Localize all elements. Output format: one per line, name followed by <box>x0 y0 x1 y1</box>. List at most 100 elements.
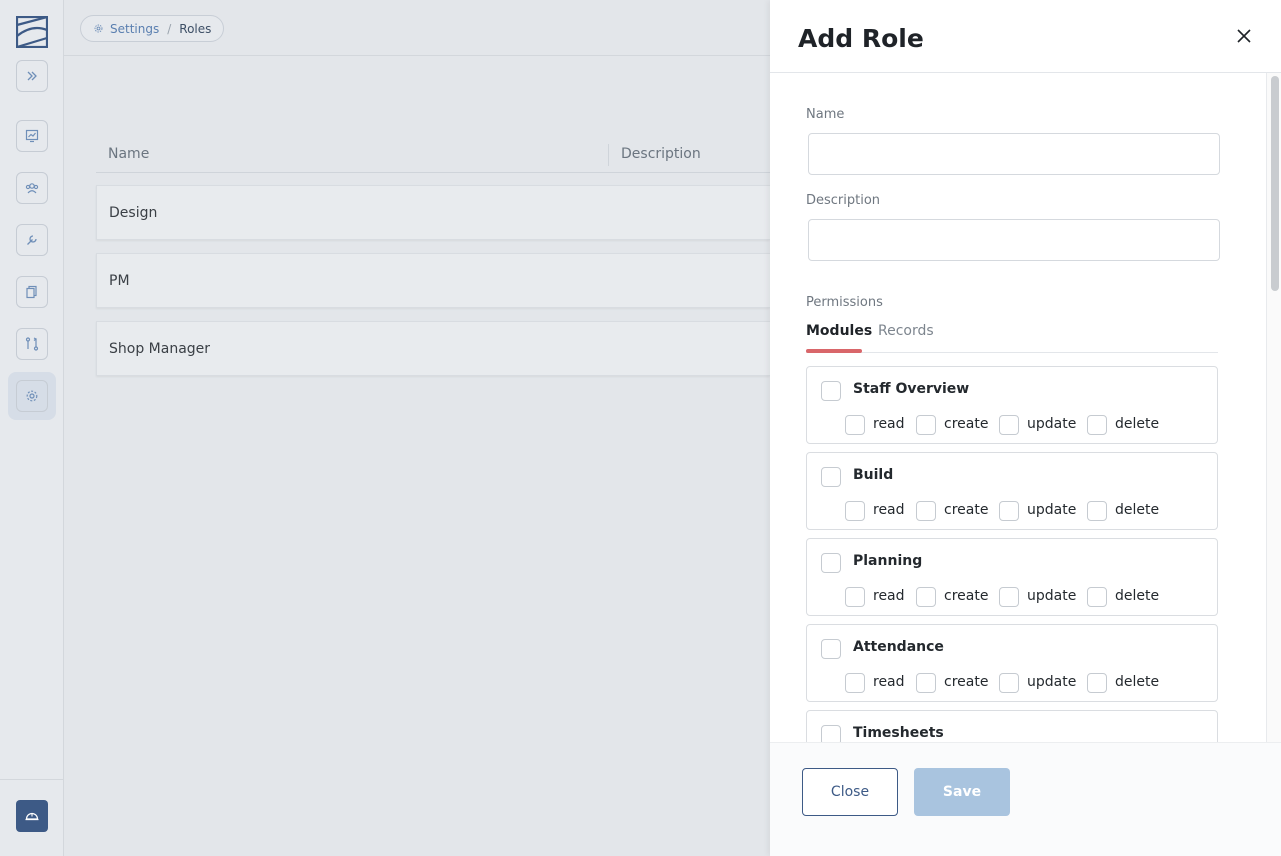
read-checkbox[interactable] <box>845 587 865 607</box>
close-drawer-button[interactable] <box>1232 24 1256 48</box>
drawer-footer: Close Save <box>770 742 1281 856</box>
org-switcher-button[interactable] <box>16 800 48 832</box>
top-bar: Settings / Roles <box>64 0 770 56</box>
module-select-all-checkbox[interactable] <box>821 639 841 659</box>
module-card-staff-overview: Staff Overview read create update delete <box>806 366 1218 444</box>
drawer-title: Add Role <box>798 24 924 53</box>
drawer-scrollbar[interactable] <box>1266 73 1281 742</box>
module-card-planning: Planning read create update delete <box>806 538 1218 616</box>
git-compare-icon <box>25 337 39 351</box>
breadcrumb: Settings / Roles <box>80 15 225 42</box>
update-label: update <box>1027 588 1077 604</box>
delete-checkbox[interactable] <box>1087 673 1107 693</box>
delete-checkbox[interactable] <box>1087 415 1107 435</box>
app-logo-icon <box>15 15 49 49</box>
update-checkbox[interactable] <box>999 415 1019 435</box>
nav-settings-button[interactable] <box>16 380 48 412</box>
nav-documents-button[interactable] <box>16 276 48 308</box>
name-input[interactable] <box>808 133 1220 175</box>
module-title: Attendance <box>853 639 944 655</box>
module-card-attendance: Attendance read create update delete <box>806 624 1218 702</box>
drawer-body: Name Description Permissions Modules Rec… <box>770 73 1281 742</box>
update-checkbox[interactable] <box>999 673 1019 693</box>
chart-board-icon <box>25 129 39 143</box>
delete-checkbox[interactable] <box>1087 501 1107 521</box>
module-select-all-checkbox[interactable] <box>821 725 841 742</box>
drawer-header: Add Role <box>770 0 1281 73</box>
gear-icon <box>94 24 103 33</box>
close-icon <box>1237 29 1251 43</box>
tab-records[interactable]: Records <box>878 323 934 339</box>
module-title: Build <box>853 467 894 483</box>
module-title: Planning <box>853 553 923 569</box>
wrench-icon <box>27 235 37 245</box>
description-input[interactable] <box>808 219 1220 261</box>
read-checkbox[interactable] <box>845 673 865 693</box>
hard-hat-icon <box>25 812 39 821</box>
module-select-all-checkbox[interactable] <box>821 467 841 487</box>
read-label: read <box>873 502 905 518</box>
permissions-tabs: Modules Records <box>806 317 1218 353</box>
update-label: update <box>1027 674 1077 690</box>
table-row[interactable]: PM <box>96 253 770 308</box>
table-row[interactable]: Shop Manager <box>96 321 770 376</box>
save-button[interactable]: Save <box>914 768 1010 816</box>
nav-workflow-button[interactable] <box>16 328 48 360</box>
nav-staff-overview-button[interactable] <box>16 120 48 152</box>
update-label: update <box>1027 502 1077 518</box>
role-name-cell: PM <box>109 273 130 289</box>
read-checkbox[interactable] <box>845 415 865 435</box>
breadcrumb-settings-link[interactable]: Settings <box>110 22 159 36</box>
module-title: Timesheets <box>853 725 944 741</box>
role-name-cell: Design <box>109 205 158 221</box>
gear-icon <box>26 390 38 402</box>
roles-table-header: Name Description <box>96 136 770 173</box>
create-checkbox[interactable] <box>916 587 936 607</box>
name-label: Name <box>806 107 845 122</box>
breadcrumb-current: Roles <box>179 21 212 36</box>
create-label: create <box>944 502 989 518</box>
role-name-cell: Shop Manager <box>109 341 211 357</box>
module-card-timesheets: Timesheets <box>806 710 1218 742</box>
expand-sidebar-button[interactable] <box>16 60 48 92</box>
update-checkbox[interactable] <box>999 501 1019 521</box>
update-label: update <box>1027 416 1077 432</box>
module-select-all-checkbox[interactable] <box>821 381 841 401</box>
delete-checkbox[interactable] <box>1087 587 1107 607</box>
delete-label: delete <box>1115 416 1160 432</box>
active-tab-indicator <box>806 349 862 353</box>
read-checkbox[interactable] <box>845 501 865 521</box>
left-nav-rail <box>0 0 64 856</box>
rail-divider <box>0 779 64 780</box>
add-role-drawer: Add Role Name Description Permissions Mo… <box>770 0 1281 856</box>
column-header-description[interactable]: Description <box>621 146 701 162</box>
permissions-label: Permissions <box>806 295 883 310</box>
module-select-all-checkbox[interactable] <box>821 553 841 573</box>
create-checkbox[interactable] <box>916 415 936 435</box>
delete-label: delete <box>1115 502 1160 518</box>
create-checkbox[interactable] <box>916 673 936 693</box>
table-row[interactable]: Design <box>96 185 770 240</box>
create-checkbox[interactable] <box>916 501 936 521</box>
delete-label: delete <box>1115 588 1160 604</box>
close-button[interactable]: Close <box>802 768 898 816</box>
update-checkbox[interactable] <box>999 587 1019 607</box>
description-label: Description <box>806 193 881 208</box>
delete-label: delete <box>1115 674 1160 690</box>
module-title: Staff Overview <box>853 381 970 397</box>
breadcrumb-separator: / <box>167 21 172 36</box>
create-label: create <box>944 588 989 604</box>
users-icon <box>25 183 39 194</box>
read-label: read <box>873 416 905 432</box>
chevrons-right-icon <box>27 71 37 81</box>
documents-icon <box>26 285 37 299</box>
scrollbar-thumb[interactable] <box>1271 76 1279 291</box>
tab-modules[interactable]: Modules <box>806 323 872 339</box>
create-label: create <box>944 674 989 690</box>
read-label: read <box>873 674 905 690</box>
nav-build-button[interactable] <box>16 224 48 256</box>
nav-team-button[interactable] <box>16 172 48 204</box>
column-divider[interactable] <box>608 144 609 166</box>
column-header-name[interactable]: Name <box>108 146 149 162</box>
create-label: create <box>944 416 989 432</box>
